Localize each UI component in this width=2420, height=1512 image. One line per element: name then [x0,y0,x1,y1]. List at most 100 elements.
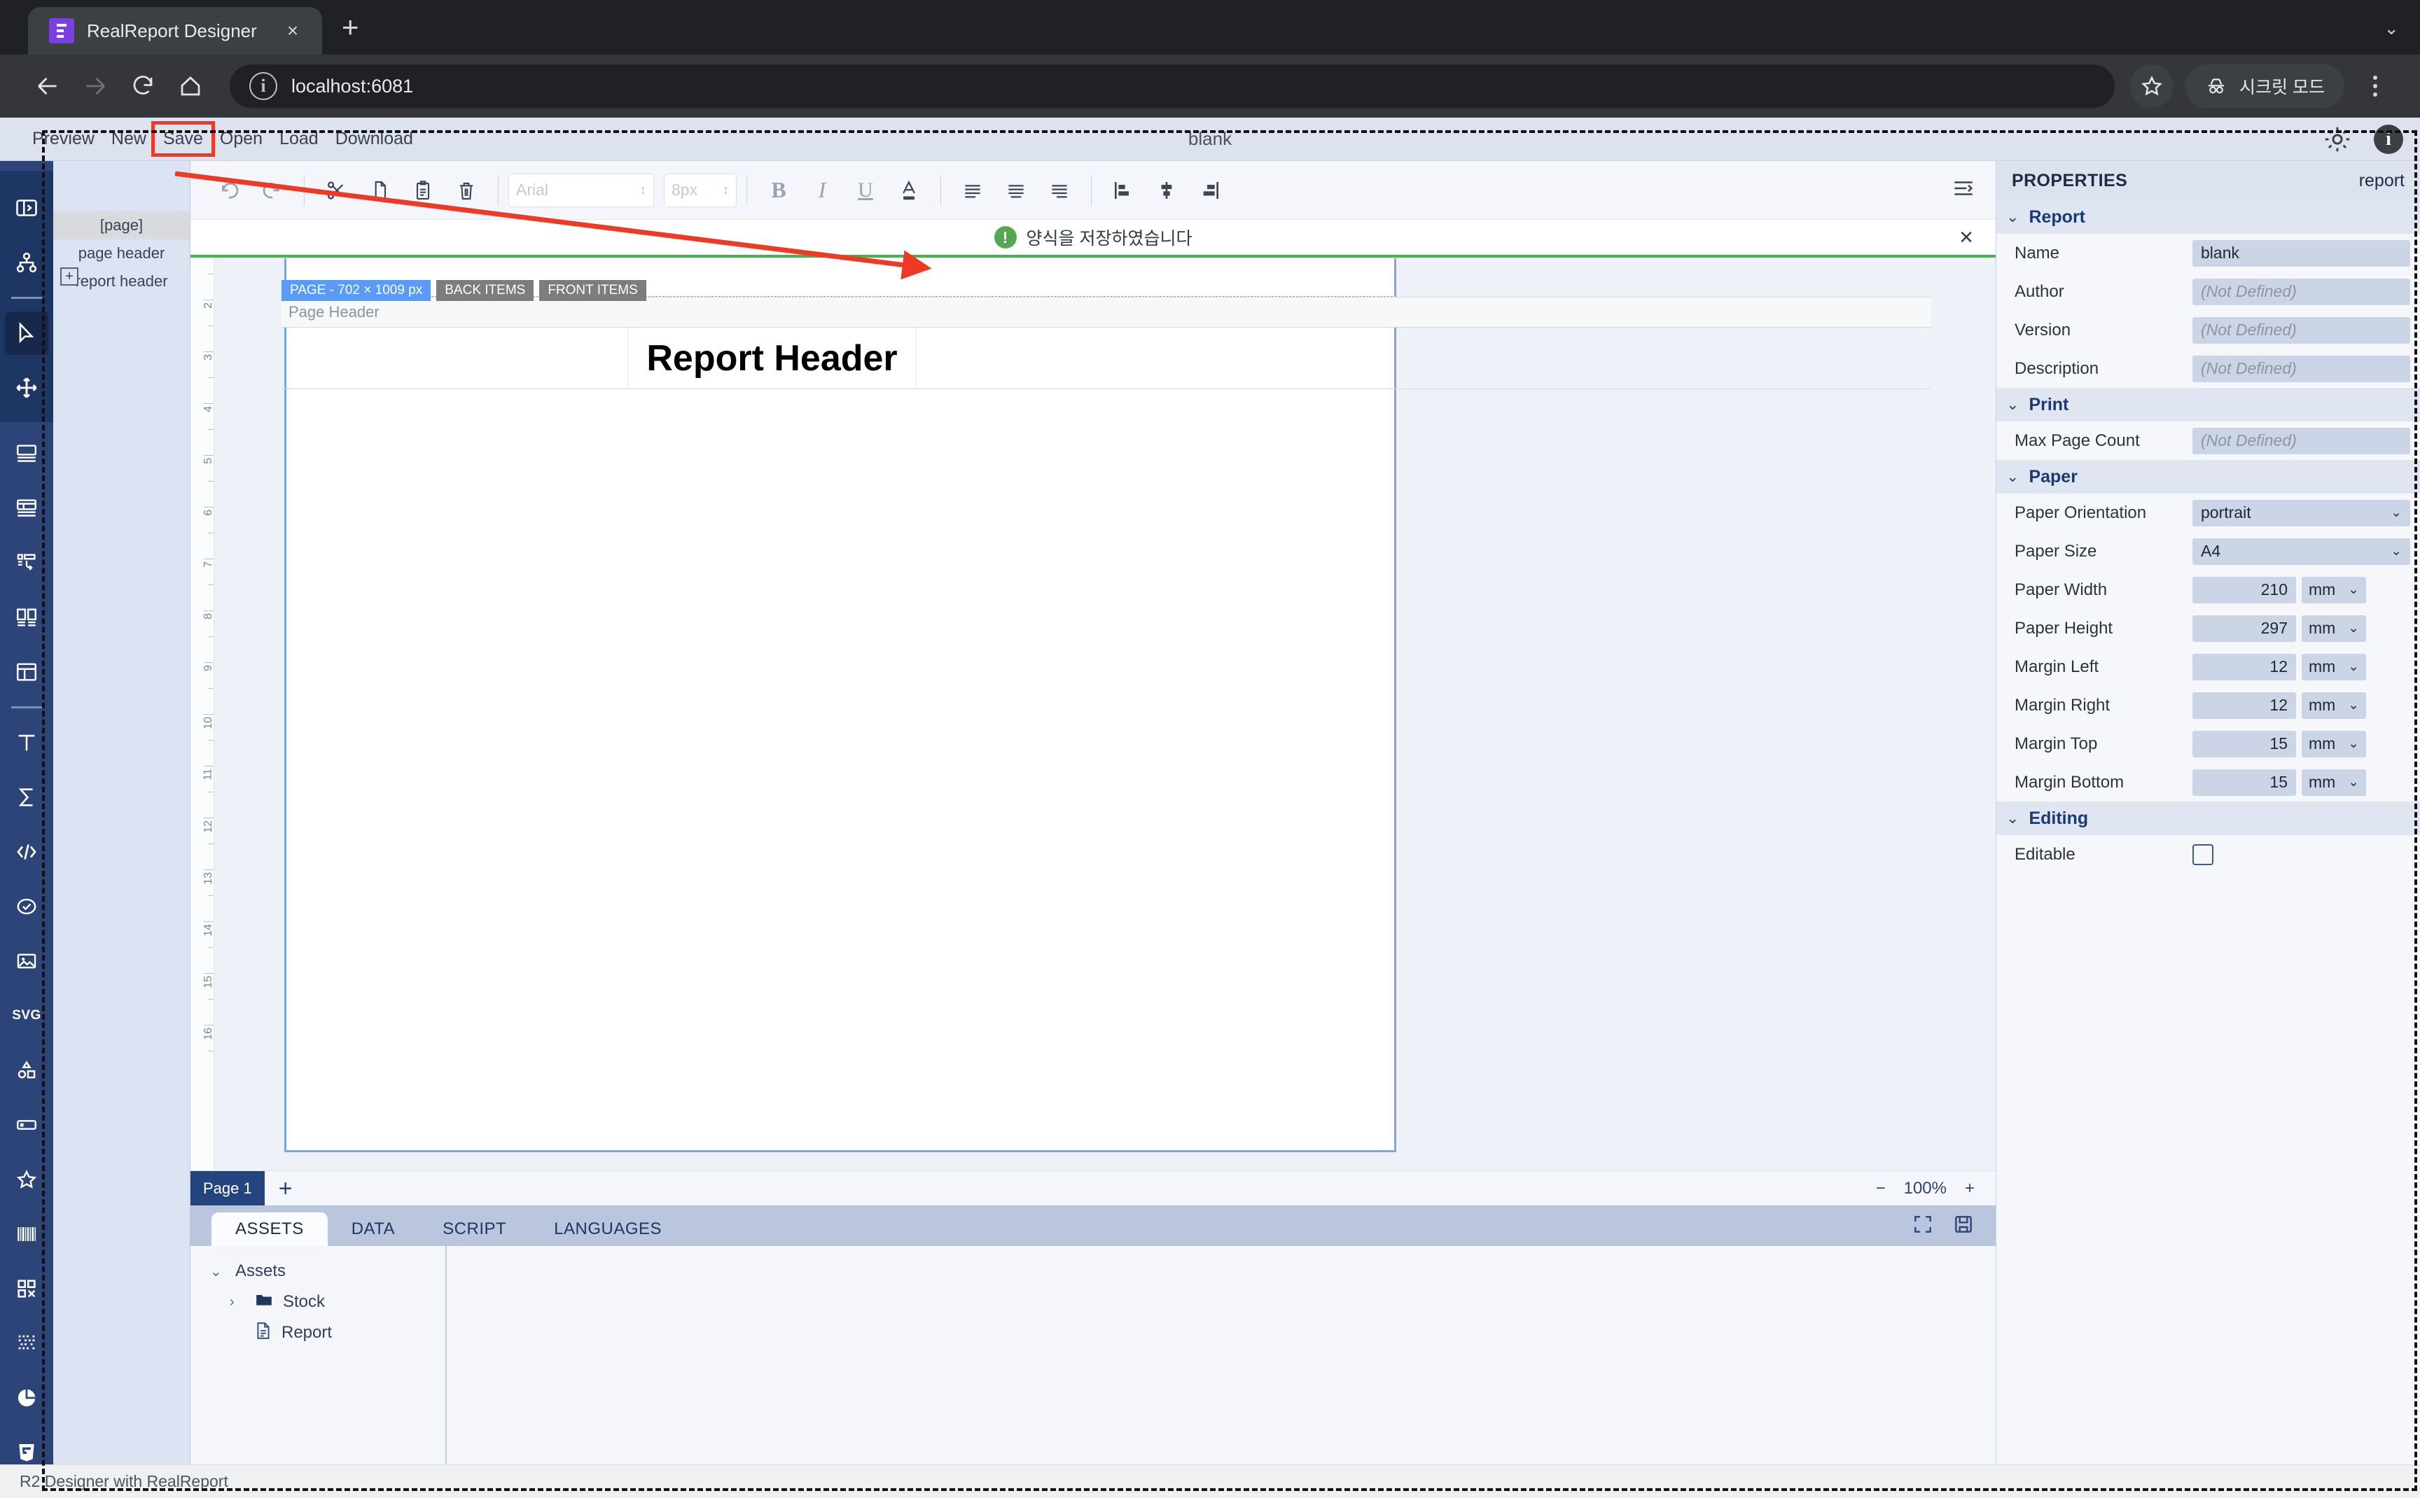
reload-icon[interactable] [119,62,167,110]
chevron-down-icon[interactable]: ⌄ [2384,18,2399,39]
info-icon[interactable]: i [2374,124,2403,154]
home-icon[interactable] [167,62,214,110]
paper-width-input[interactable]: 210 [2192,576,2296,603]
chevron-down-icon[interactable]: ⌄ [2006,208,2019,226]
margin-right-input[interactable]: 12 [2192,692,2296,719]
new-tab-button[interactable]: + [342,13,359,42]
font-size-select[interactable]: 8px ↕ [664,173,737,207]
save-panel-icon[interactable] [1952,1213,1975,1239]
margin-right-unit-select[interactable]: mm ⌄ [2302,692,2366,719]
align-center-icon[interactable] [994,169,1038,212]
barcode-icon[interactable] [5,1212,48,1256]
chevron-down-icon[interactable]: ⌄ [2006,468,2019,486]
paper-height-input[interactable]: 297 [2192,615,2296,642]
expand-icon[interactable] [1912,1213,1934,1239]
property-group-report[interactable]: ⌄ Report [1996,200,2420,234]
margin-top-unit-select[interactable]: mm ⌄ [2302,730,2366,757]
browser-tab[interactable]: RealReport Designer × [28,7,322,55]
menu-item-download[interactable]: Download [327,125,422,153]
select-tool-icon[interactable] [5,312,48,355]
check-circle-icon[interactable] [5,885,48,928]
margin-left-input[interactable]: 12 [2192,653,2296,680]
align-bottom-icon[interactable] [1188,169,1232,212]
align-left-icon[interactable] [951,169,994,212]
description-input[interactable]: (Not Defined) [2192,355,2410,382]
paper-height-unit-select[interactable]: mm ⌄ [2302,615,2366,642]
zoom-out-button[interactable]: − [1876,1179,1886,1198]
add-page-button[interactable]: + [265,1171,307,1205]
align-middle-icon[interactable] [1145,169,1188,212]
paper-orientation-select[interactable]: portrait ⌄ [2192,499,2410,526]
text-icon[interactable] [5,721,48,764]
version-input[interactable]: (Not Defined) [2192,316,2410,344]
columns-icon[interactable] [5,596,48,639]
property-group-paper[interactable]: ⌄ Paper [1996,460,2420,493]
report-header-cell-right[interactable] [917,328,1931,388]
tree-item-report-header[interactable]: + report header [53,267,190,295]
chevron-right-icon[interactable]: › [230,1294,245,1310]
author-input[interactable]: (Not Defined) [2192,278,2410,305]
back-arrow-icon[interactable] [24,62,71,110]
move-tool-icon[interactable] [5,366,48,410]
font-color-button[interactable] [887,169,931,212]
star-rating-icon[interactable] [5,1158,48,1201]
copy-icon[interactable] [358,169,401,212]
svg-icon[interactable]: SVG [5,994,48,1037]
paste-icon[interactable] [401,169,445,212]
margin-bottom-unit-select[interactable]: mm ⌄ [2302,769,2366,796]
editable-checkbox[interactable] [2192,844,2213,865]
shapes-icon[interactable] [5,1049,48,1092]
sum-icon[interactable] [5,776,48,819]
page-tab-1[interactable]: Page 1 [190,1171,265,1205]
menu-item-save[interactable]: Save [151,121,215,157]
toggle-panel-icon[interactable] [5,186,48,230]
table-icon[interactable] [5,486,48,530]
expand-icon[interactable]: + [60,267,78,286]
margin-top-input[interactable]: 15 [2192,730,2296,757]
report-header-cell-center[interactable]: Report Header [628,328,917,388]
close-icon[interactable]: × [279,20,307,42]
scissors-icon[interactable] [314,169,358,212]
datamatrix-icon[interactable] [5,1322,48,1365]
grid-icon[interactable] [5,650,48,694]
sheet-area[interactable]: PAGE - 702 × 1009 px BACK ITEMS FRONT IT… [214,220,1996,1170]
tab-languages[interactable]: LANGUAGES [530,1212,686,1246]
gear-icon[interactable] [2322,124,2353,155]
margin-bottom-input[interactable]: 15 [2192,769,2296,796]
menu-item-preview[interactable]: Preview [24,125,103,153]
margin-left-unit-select[interactable]: mm ⌄ [2302,653,2366,680]
asset-detail-pane[interactable] [447,1246,1996,1464]
property-group-editing[interactable]: ⌄ Editing [1996,802,2420,835]
html5-icon[interactable] [5,1431,48,1464]
menu-item-load[interactable]: Load [271,125,327,153]
chevron-down-icon[interactable]: ⌄ [2006,809,2019,827]
more-vertical-icon[interactable] [2354,64,2396,108]
max-page-count-input[interactable]: (Not Defined) [2192,427,2410,454]
report-header-band[interactable]: Report Header [281,328,1931,389]
asset-root-assets[interactable]: ⌄ Assets [190,1256,445,1287]
pie-chart-icon[interactable] [5,1376,48,1420]
chevron-updown-icon[interactable]: ↕ [723,183,729,197]
chevron-down-icon[interactable]: ⌄ [2006,396,2019,414]
front-items-badge[interactable]: FRONT ITEMS [539,280,646,301]
tab-script[interactable]: SCRIPT [419,1212,530,1246]
canvas-scroll[interactable]: 12345678910111213141516 PAGE - 702 × 100… [190,220,1996,1170]
tab-assets[interactable]: ASSETS [211,1212,328,1246]
font-family-select[interactable]: Arial ↕ [508,173,654,207]
align-right-icon[interactable] [1038,169,1081,212]
page-size-badge[interactable]: PAGE - 702 × 1009 px [281,280,431,301]
zoom-in-button[interactable]: + [1965,1179,1975,1198]
star-icon[interactable] [2130,64,2174,108]
tab-data[interactable]: DATA [328,1212,419,1246]
band-icon[interactable] [5,432,48,475]
image-icon[interactable] [5,939,48,983]
code-icon[interactable] [5,830,48,874]
underline-button[interactable]: U [844,169,887,212]
incognito-indicator[interactable]: 시크릿 모드 [2185,64,2344,108]
report-header-cell-left[interactable] [281,328,628,388]
menu-item-new[interactable]: New [103,125,155,153]
qrcode-icon[interactable] [5,1267,48,1310]
undo-icon[interactable] [207,169,251,212]
crosstab-icon[interactable] [5,541,48,584]
chevron-updown-icon[interactable]: ↕ [640,183,646,197]
